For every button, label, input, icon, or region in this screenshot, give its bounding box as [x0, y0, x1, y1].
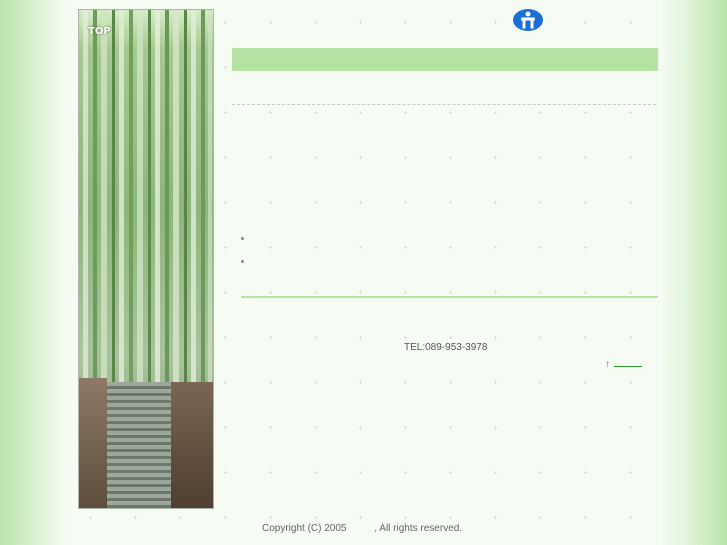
up-arrow-icon: ↑	[605, 359, 610, 370]
dashed-divider	[232, 104, 656, 105]
header-title-bar	[232, 48, 658, 71]
bamboo-stalks	[83, 10, 212, 400]
telephone-number: TEL:089-953-3978	[404, 342, 488, 353]
list-bullet	[241, 260, 244, 263]
copyright-prefix: Copyright (C) 2005	[262, 523, 347, 534]
back-to-top[interactable]: ↑	[605, 357, 642, 370]
list-bullet	[241, 237, 244, 240]
section-divider	[241, 296, 658, 298]
bamboo-photo: TOP	[78, 9, 214, 509]
back-to-top-link[interactable]	[614, 357, 642, 367]
page-container: TOP TEL:089-953-3978 ↑ Copyright (C) 200…	[68, 0, 658, 545]
information-person-icon	[513, 9, 543, 31]
copyright-suffix: , All rights reserved.	[374, 523, 463, 534]
right-railing	[171, 382, 213, 508]
copyright-text: Copyright (C) 2005 , All rights reserved…	[262, 523, 462, 534]
left-railing	[79, 378, 107, 508]
top-link[interactable]: TOP	[88, 26, 111, 37]
